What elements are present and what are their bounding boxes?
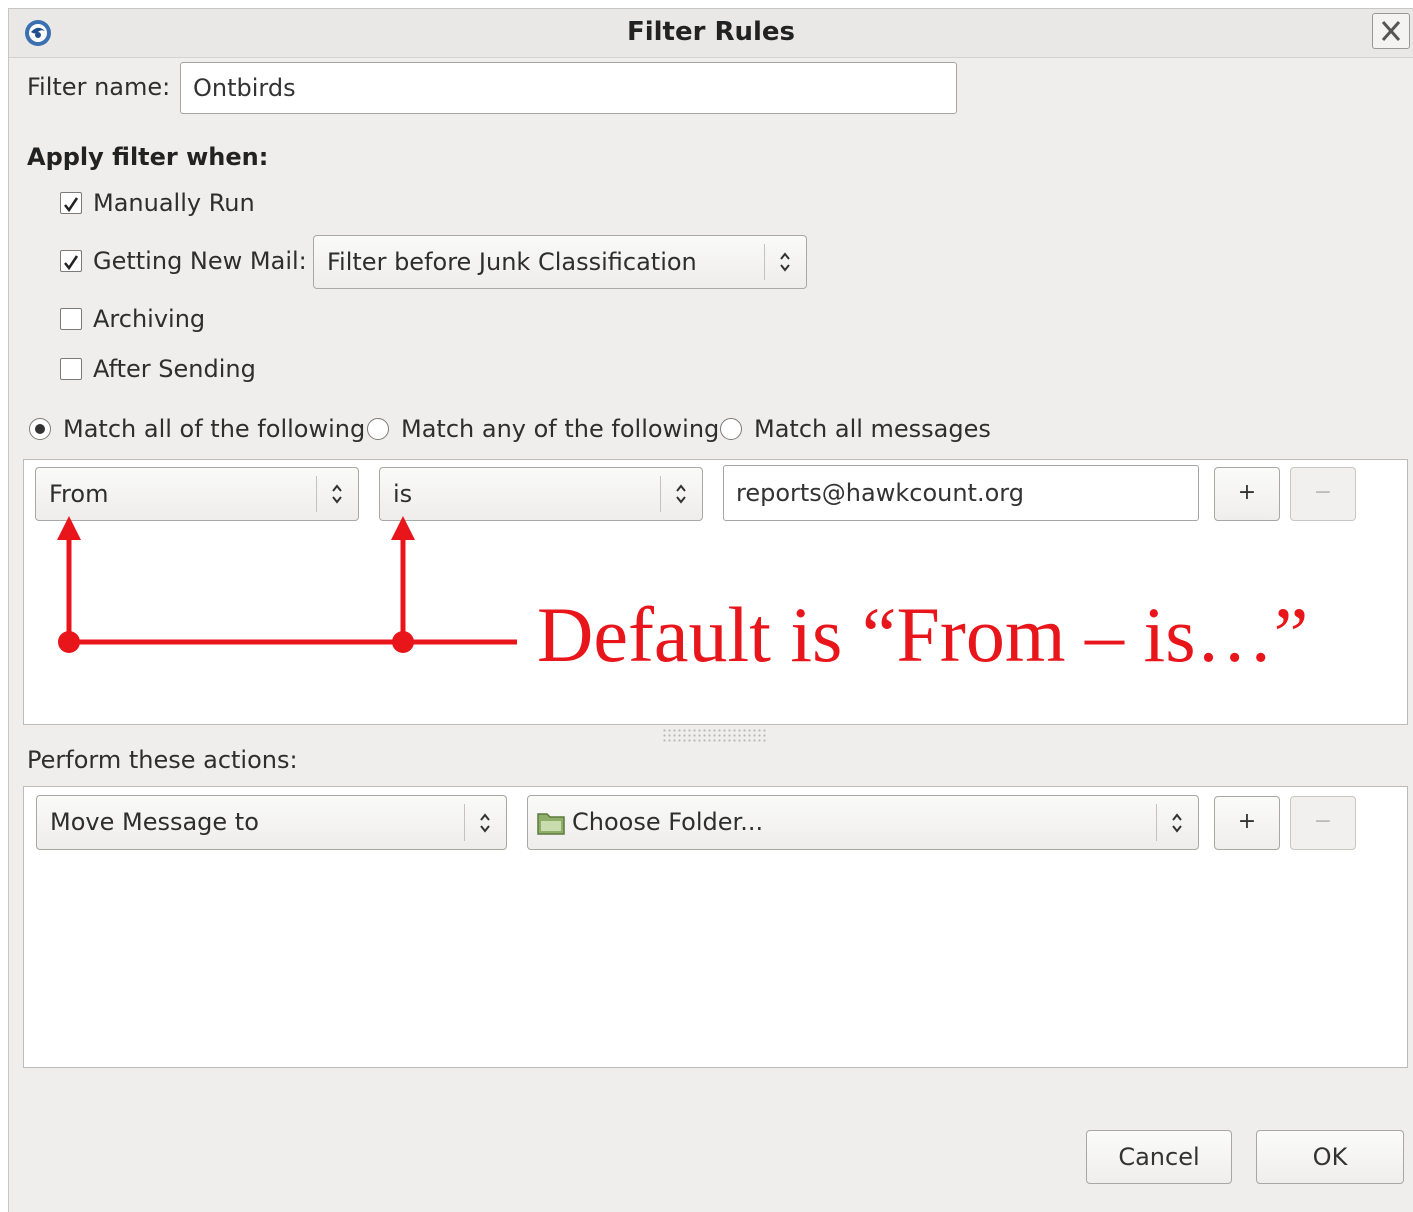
folder-picker-value: Choose Folder... [572,808,764,836]
cancel-button[interactable]: Cancel [1086,1130,1232,1184]
remove-action-button[interactable]: − [1290,796,1356,850]
action-type-value: Move Message to [50,808,259,836]
add-action-button[interactable]: + [1214,796,1280,850]
annotation-text: Default is “From – is…” [537,591,1309,678]
splitter-grip[interactable] [662,728,766,742]
folder-icon [537,813,565,835]
select-separator [1156,804,1157,841]
updown-arrows-icon [1159,796,1195,849]
folder-picker-select[interactable]: Choose Folder... [527,795,1199,850]
ok-button[interactable]: OK [1256,1130,1404,1184]
select-separator [464,804,465,841]
perform-actions-label: Perform these actions: [27,746,298,774]
action-type-select[interactable]: Move Message to [36,795,507,850]
updown-arrows-icon [467,796,503,849]
